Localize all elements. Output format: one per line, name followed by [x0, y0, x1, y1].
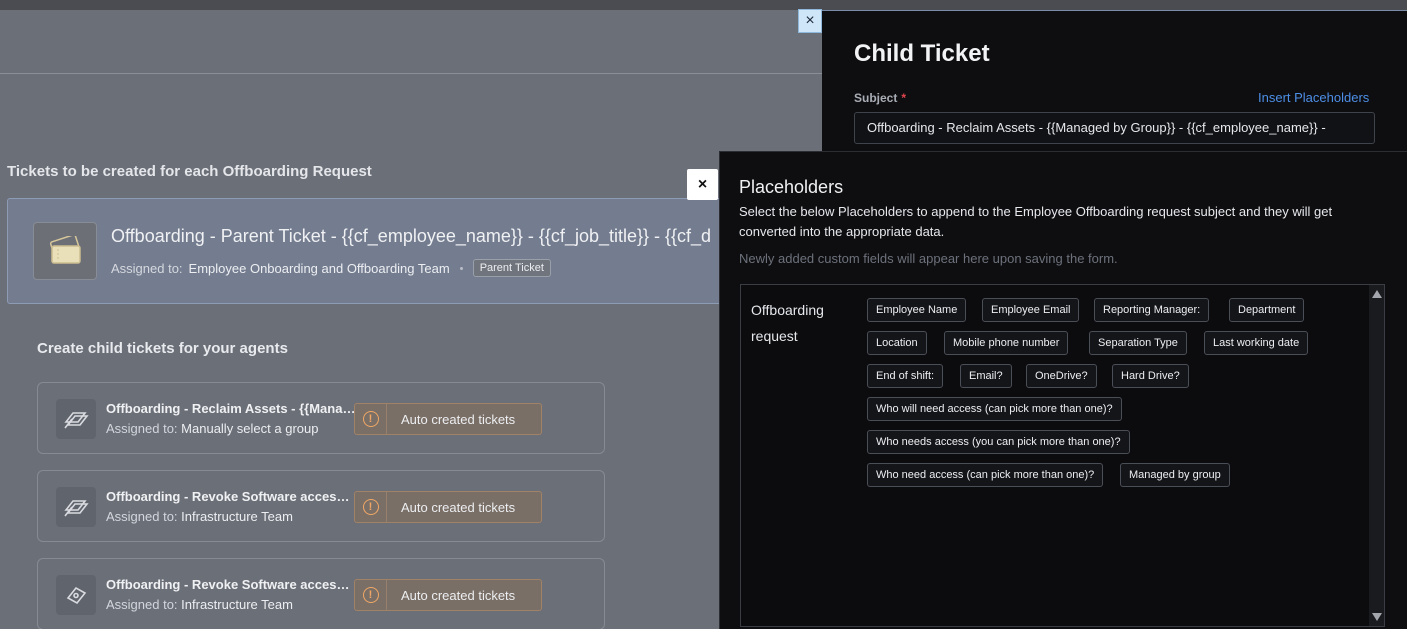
placeholder-chip[interactable]: Managed by group: [1120, 463, 1230, 487]
ticket-icon: [56, 575, 96, 615]
placeholder-chip[interactable]: Department: [1229, 298, 1305, 322]
child-ticket-card[interactable]: Offboarding - Reclaim Assets - {{Managed…: [37, 382, 605, 454]
panel-title: Child Ticket: [854, 40, 990, 67]
placeholders-title: Placeholders: [739, 177, 844, 197]
ticket-stack-icon: [56, 399, 96, 439]
assigned-group: Manually select a group: [181, 421, 319, 436]
child-ticket-card[interactable]: Offboarding - Revoke Software access - {…: [37, 558, 605, 629]
placeholder-chip[interactable]: Last working date: [1204, 331, 1309, 355]
assigned-group: Infrastructure Team: [181, 597, 293, 612]
close-icon[interactable]: ×: [687, 169, 718, 200]
placeholder-chip[interactable]: Employee Name: [867, 298, 967, 322]
auto-created-tickets-button[interactable]: ! Auto created tickets: [354, 403, 542, 435]
assigned-group: Infrastructure Team: [181, 509, 293, 524]
child-tickets-heading: Create child tickets for your agents: [37, 340, 288, 357]
placeholders-popup: Placeholders Select the below Placeholde…: [719, 151, 1407, 629]
scroll-up-icon[interactable]: [1372, 290, 1382, 298]
placeholder-chip[interactable]: Reporting Manager:: [1094, 298, 1210, 322]
child-ticket-card[interactable]: Offboarding - Revoke Software access - {…: [37, 470, 605, 542]
child-ticket-assignment: Assigned to: Infrastructure Team: [106, 597, 293, 612]
parent-ticket-card[interactable]: Offboarding - Parent Ticket - {{cf_emplo…: [7, 198, 747, 304]
placeholder-chip[interactable]: Location: [867, 331, 927, 355]
parent-ticket-title: Offboarding - Parent Ticket - {{cf_emplo…: [111, 226, 712, 246]
placeholder-chip[interactable]: Hard Drive?: [1112, 364, 1189, 388]
child-ticket-assignment: Assigned to: Manually select a group: [106, 421, 318, 436]
placeholder-category: Offboarding request: [751, 302, 824, 344]
warning-icon: !: [355, 404, 387, 434]
placeholder-chip[interactable]: Who will need access (can pick more than…: [867, 397, 1122, 421]
divider: [0, 73, 822, 74]
button-label: Auto created tickets: [401, 411, 516, 427]
auto-created-tickets-button[interactable]: ! Auto created tickets: [354, 491, 542, 523]
placeholders-description: Select the below Placeholders to append …: [739, 204, 1333, 239]
separator-dot: [459, 266, 463, 270]
child-ticket-title: Offboarding - Revoke Software access - {…: [106, 577, 356, 592]
close-icon[interactable]: ×: [798, 9, 822, 33]
parent-ticket-meta: Assigned to: Employee Onboarding and Off…: [111, 259, 551, 277]
top-bar: [0, 0, 1407, 10]
placeholder-chip[interactable]: OneDrive?: [1026, 364, 1097, 388]
placeholder-chip[interactable]: Who needs access (you can pick more than…: [867, 430, 1130, 454]
placeholder-chip[interactable]: End of shift:: [867, 364, 944, 388]
child-ticket-title: Offboarding - Reclaim Assets - {{Managed…: [106, 401, 356, 416]
section-title: Tickets to be created for each Offboardi…: [7, 163, 372, 180]
ticket-icon: [33, 222, 97, 280]
placeholder-chip[interactable]: Who need access (can pick more than one)…: [867, 463, 1104, 487]
placeholder-chip[interactable]: Mobile phone number: [944, 331, 1069, 355]
ticket-stack-icon: [56, 487, 96, 527]
assigned-prefix: Assigned to:: [106, 509, 178, 524]
insert-placeholders-link[interactable]: Insert Placeholders: [1258, 90, 1369, 105]
button-label: Auto created tickets: [401, 587, 516, 603]
placeholders-list: Offboarding request Employee Name Employ…: [740, 284, 1385, 627]
placeholder-chip[interactable]: Email?: [960, 364, 1012, 388]
child-ticket-assignment: Assigned to: Infrastructure Team: [106, 509, 293, 524]
required-mark: *: [901, 91, 907, 105]
warning-icon: !: [355, 580, 387, 610]
placeholders-note: Newly added custom fields will appear he…: [739, 251, 1118, 266]
auto-created-tickets-button[interactable]: ! Auto created tickets: [354, 579, 542, 611]
subject-label: Subject *: [854, 91, 906, 105]
placeholder-chip[interactable]: Separation Type: [1089, 331, 1187, 355]
assigned-prefix: Assigned to:: [111, 260, 183, 276]
button-label: Auto created tickets: [401, 499, 516, 515]
subject-label-text: Subject: [854, 91, 898, 105]
assigned-prefix: Assigned to:: [106, 597, 178, 612]
warning-icon: !: [355, 492, 387, 522]
child-ticket-title: Offboarding - Revoke Software access - {…: [106, 489, 356, 504]
subject-input[interactable]: Offboarding - Reclaim Assets - {{Managed…: [854, 112, 1375, 144]
scroll-down-icon[interactable]: [1372, 613, 1382, 621]
assigned-prefix: Assigned to:: [106, 421, 178, 436]
parent-ticket-badge: Parent Ticket: [472, 259, 551, 277]
assigned-group: Employee Onboarding and Offboarding Team: [188, 260, 450, 276]
placeholder-chip[interactable]: Employee Email: [982, 298, 1080, 322]
scrollbar[interactable]: [1369, 285, 1384, 626]
